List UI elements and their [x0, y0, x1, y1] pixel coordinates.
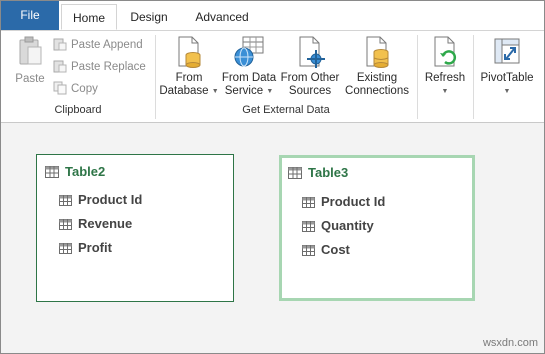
chevron-down-icon: ▼	[211, 88, 219, 95]
tab-design[interactable]: Design	[119, 4, 179, 30]
column-icon	[302, 197, 315, 208]
from-data-service-button[interactable]: From Data Service ▼	[220, 35, 278, 98]
get-external-data-group-label: Get External Data	[242, 104, 330, 116]
tab-file[interactable]: File	[1, 1, 59, 30]
field-label: Quantity	[321, 218, 374, 233]
watermark: wsxdn.com	[482, 337, 538, 349]
tab-advanced[interactable]: Advanced	[183, 4, 261, 30]
existing-connections-button[interactable]: Existing Connections	[343, 35, 411, 98]
field-label: Product Id	[321, 194, 386, 209]
chevron-down-icon: ▼	[266, 88, 274, 95]
paste-replace-icon	[53, 60, 67, 73]
table-field[interactable]: Cost	[302, 242, 350, 257]
existing-connections-icon	[366, 36, 389, 68]
column-icon	[302, 245, 315, 256]
clipboard-group-label: Clipboard	[54, 104, 102, 116]
table-field[interactable]: Product Id	[302, 194, 385, 209]
table-card-table3[interactable]: Table3 Product Id Quantity Cost	[279, 155, 475, 301]
group-divider	[473, 35, 474, 119]
table-field[interactable]: Revenue	[59, 216, 132, 231]
table-card-table2[interactable]: Table2 Product Id Revenue Profit	[36, 154, 234, 302]
refresh-icon	[434, 36, 457, 67]
data-service-icon	[234, 36, 264, 67]
existing-connections-label-2: Connections	[345, 85, 409, 97]
chevron-down-icon: ▼	[503, 88, 511, 95]
database-icon	[178, 36, 201, 68]
from-data-service-label-2: Service	[224, 85, 264, 97]
paste-append-button[interactable]: Paste Append	[53, 36, 143, 54]
group-divider	[417, 35, 418, 119]
from-other-sources-label-1: From Other	[280, 72, 340, 84]
group-divider	[155, 35, 156, 119]
field-label: Product Id	[78, 192, 143, 207]
column-icon	[59, 219, 72, 230]
field-label: Revenue	[78, 216, 133, 231]
other-sources-icon	[299, 36, 325, 68]
paste-button[interactable]: Paste	[11, 35, 49, 86]
paste-append-label: Paste Append	[71, 39, 143, 51]
pivottable-button[interactable]: PivotTable ▼	[476, 35, 538, 98]
table-title[interactable]: Table3	[288, 165, 348, 180]
pivottable-icon	[494, 38, 520, 64]
refresh-button[interactable]: Refresh ▼	[421, 35, 469, 98]
table-name: Table3	[308, 165, 349, 180]
from-other-sources-button[interactable]: From Other Sources	[279, 35, 341, 98]
column-icon	[59, 243, 72, 254]
diagram-view: Table2 Product Id Revenue Profit Table3 …	[1, 123, 544, 353]
table-field[interactable]: Quantity	[302, 218, 374, 233]
existing-connections-label-1: Existing	[356, 72, 398, 84]
table-icon	[45, 166, 59, 178]
copy-icon	[53, 81, 67, 95]
tab-home[interactable]: Home	[61, 4, 117, 30]
field-label: Cost	[321, 242, 350, 257]
copy-button[interactable]: Copy	[53, 80, 98, 98]
from-data-service-label-1: From Data	[221, 72, 277, 84]
ribbon-tab-strip: File Home Design Advanced	[1, 1, 544, 31]
paste-replace-button[interactable]: Paste Replace	[53, 58, 146, 76]
from-database-label-2: Database	[159, 85, 209, 97]
column-icon	[59, 195, 72, 206]
table-field[interactable]: Product Id	[59, 192, 142, 207]
paste-label: Paste	[15, 73, 45, 85]
pivottable-label: PivotTable	[480, 72, 534, 84]
from-database-button[interactable]: From Database ▼	[159, 35, 219, 98]
chevron-down-icon: ▼	[441, 88, 449, 95]
table-name: Table2	[65, 164, 106, 179]
field-label: Profit	[78, 240, 112, 255]
clipboard-icon	[19, 36, 42, 65]
refresh-label: Refresh	[424, 72, 466, 84]
powerpivot-window: File Home Design Advanced Paste Paste Ap…	[0, 0, 545, 354]
ribbon: Paste Paste Append Paste Replace Copy Cl…	[1, 31, 544, 123]
paste-replace-label: Paste Replace	[71, 61, 146, 73]
table-title[interactable]: Table2	[45, 164, 105, 179]
from-database-label-1: From	[175, 72, 203, 84]
table-field[interactable]: Profit	[59, 240, 112, 255]
paste-append-icon	[53, 38, 67, 51]
copy-label: Copy	[71, 83, 98, 95]
table-icon	[288, 167, 302, 179]
from-other-sources-label-2: Sources	[288, 85, 332, 97]
column-icon	[302, 221, 315, 232]
